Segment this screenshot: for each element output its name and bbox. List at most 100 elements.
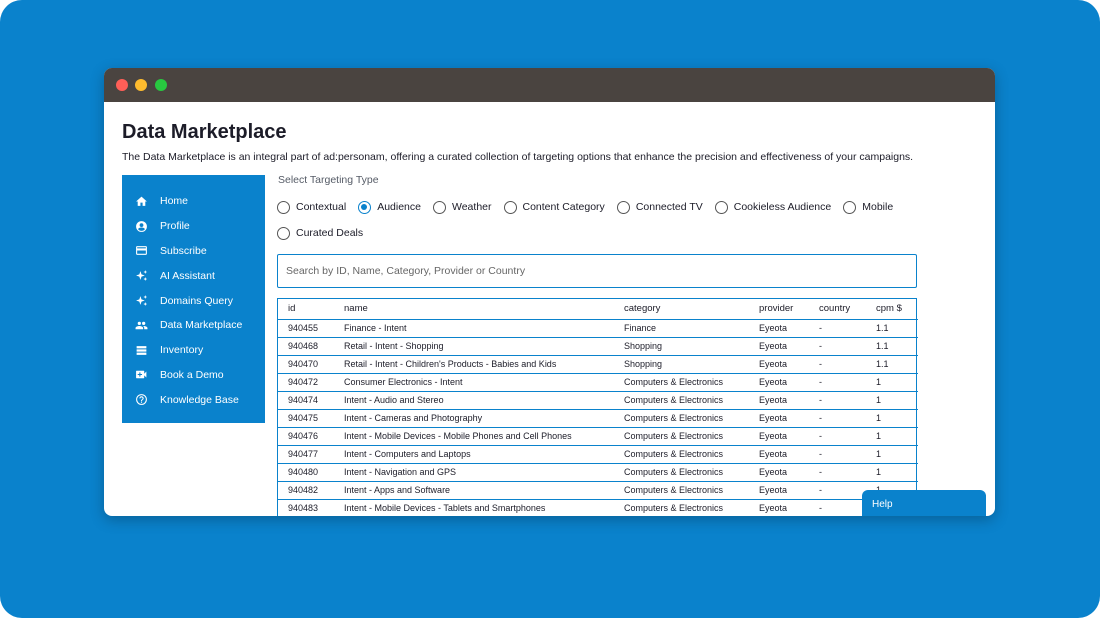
cell-country: -	[809, 373, 866, 392]
video-icon	[134, 368, 148, 382]
home-icon	[134, 194, 148, 208]
cell-country: -	[809, 391, 866, 410]
radio-audience[interactable]: Audience	[358, 200, 421, 214]
sidebar-item-data-marketplace[interactable]: Data Marketplace	[122, 313, 265, 338]
cell-provider: Eyeota	[749, 391, 809, 410]
cell-name: Intent - Cameras and Photography	[334, 409, 614, 428]
table-row[interactable]: 940477 Intent - Computers and Laptops Co…	[278, 445, 918, 464]
sidebar-item-subscribe[interactable]: Subscribe	[122, 239, 265, 264]
cell-country: -	[809, 337, 866, 356]
cell-provider: Eyeota	[749, 463, 809, 482]
cell-id: 940472	[278, 373, 334, 392]
help-button[interactable]: Help	[862, 490, 986, 516]
table-row[interactable]: 940474 Intent - Audio and Stereo Compute…	[278, 391, 918, 410]
radio-label: Content Category	[522, 201, 605, 213]
background-frame: Data Marketplace The Data Marketplace is…	[0, 0, 1100, 618]
sidebar-item-label: Profile	[160, 220, 190, 233]
radio-label: Connected TV	[635, 201, 703, 213]
targeting-type-label: Select Targeting Type	[278, 174, 379, 186]
table-row[interactable]: 940480 Intent - Navigation and GPS Compu…	[278, 463, 918, 482]
table-row[interactable]: 940476 Intent - Mobile Devices - Mobile …	[278, 427, 918, 446]
cell-category: Computers & Electronics	[614, 499, 749, 516]
cell-provider: Eyeota	[749, 481, 809, 500]
close-window-button[interactable]	[116, 79, 128, 91]
sidebar-item-book-a-demo[interactable]: Book a Demo	[122, 363, 265, 388]
radio-mobile[interactable]: Mobile	[843, 200, 893, 214]
cell-provider: Eyeota	[749, 373, 809, 392]
radio-cookieless-audience[interactable]: Cookieless Audience	[714, 200, 831, 214]
maximize-window-button[interactable]	[155, 79, 167, 91]
search-input[interactable]	[277, 254, 917, 288]
cell-country: -	[809, 499, 866, 516]
radio-button[interactable]	[433, 200, 446, 214]
cell-id: 940475	[278, 409, 334, 428]
cell-name: Intent - Apps and Software	[334, 481, 614, 500]
sidebar-item-label: Data Marketplace	[160, 319, 243, 332]
radio-label: Contextual	[296, 201, 347, 213]
cell-category: Computers & Electronics	[614, 463, 749, 482]
cell-cpm: 1	[866, 427, 918, 446]
column-header-name[interactable]: name	[334, 299, 614, 320]
cell-name: Intent - Audio and Stereo	[334, 391, 614, 410]
table-row[interactable]: 940483 Intent - Mobile Devices - Tablets…	[278, 499, 918, 516]
sidebar-item-inventory[interactable]: Inventory	[122, 338, 265, 363]
table-row[interactable]: 940482 Intent - Apps and Software Comput…	[278, 481, 918, 500]
sidebar-item-domains-query[interactable]: Domains Query	[122, 288, 265, 313]
cell-provider: Eyeota	[749, 445, 809, 464]
cell-cpm: 1	[866, 391, 918, 410]
sidebar-item-home[interactable]: Home	[122, 189, 265, 214]
radio-button[interactable]	[503, 200, 517, 214]
sidebar-item-ai-assistant[interactable]: AI Assistant	[122, 263, 265, 288]
table-row[interactable]: 940475 Intent - Cameras and Photography …	[278, 409, 918, 428]
cell-id: 940455	[278, 319, 334, 338]
sidebar-item-label: Domains Query	[160, 294, 233, 307]
column-header-id[interactable]: id	[278, 299, 334, 320]
cell-cpm: 1.1	[866, 319, 918, 338]
table-row[interactable]: 940468 Retail - Intent - Shopping Shoppi…	[278, 337, 918, 356]
sidebar-item-label: Subscribe	[160, 244, 207, 257]
radio-button[interactable]	[616, 200, 630, 214]
radio-curated-deals[interactable]: Curated Deals	[277, 226, 363, 240]
sidebar-item-profile[interactable]: Profile	[122, 214, 265, 239]
radio-button[interactable]	[277, 200, 290, 214]
table-row[interactable]: 940455 Finance - Intent Finance Eyeota -…	[278, 319, 918, 338]
radio-button[interactable]	[277, 226, 290, 240]
column-header-provider[interactable]: provider	[749, 299, 809, 320]
sidebar-item-label: Book a Demo	[160, 368, 224, 381]
cell-country: -	[809, 319, 866, 338]
column-header-country[interactable]: country	[809, 299, 866, 320]
sidebar-item-knowledge-base[interactable]: Knowledge Base	[122, 387, 265, 412]
column-header-category[interactable]: category	[614, 299, 749, 320]
radio-label: Audience	[377, 201, 421, 213]
column-header-cpm[interactable]: cpm $	[866, 299, 918, 320]
cell-cpm: 1	[866, 445, 918, 464]
radio-contextual[interactable]: Contextual	[277, 200, 346, 214]
cell-name: Consumer Electronics - Intent	[334, 373, 614, 392]
cell-category: Computers & Electronics	[614, 409, 749, 428]
cell-cpm: 1.1	[866, 355, 918, 374]
radio-button[interactable]	[358, 200, 372, 214]
radio-content-category[interactable]: Content Category	[503, 200, 605, 214]
cell-name: Intent - Computers and Laptops	[334, 445, 614, 464]
radio-button[interactable]	[843, 200, 857, 214]
radio-label: Mobile	[862, 201, 894, 213]
cell-category: Finance	[614, 319, 749, 338]
cell-name: Finance - Intent	[334, 319, 614, 338]
profile-icon	[134, 219, 148, 233]
cell-id: 940470	[278, 355, 334, 374]
radio-weather[interactable]: Weather	[433, 200, 492, 214]
cell-id: 940474	[278, 391, 334, 410]
cell-name: Intent - Navigation and GPS	[334, 463, 614, 482]
table-row[interactable]: 940470 Retail - Intent - Children's Prod…	[278, 355, 918, 374]
minimize-window-button[interactable]	[135, 79, 147, 91]
cell-id: 940477	[278, 445, 334, 464]
cell-category: Computers & Electronics	[614, 391, 749, 410]
browser-window: Data Marketplace The Data Marketplace is…	[104, 68, 995, 516]
main-panel: Select Targeting Type Contextual Audienc…	[277, 174, 918, 516]
cell-id: 940468	[278, 337, 334, 356]
page-title: Data Marketplace	[122, 121, 287, 143]
table-row[interactable]: 940472 Consumer Electronics - Intent Com…	[278, 373, 918, 392]
radio-button[interactable]	[714, 200, 728, 214]
cell-name: Retail - Intent - Children's Products - …	[334, 355, 614, 374]
radio-connected-tv[interactable]: Connected TV	[616, 200, 703, 214]
